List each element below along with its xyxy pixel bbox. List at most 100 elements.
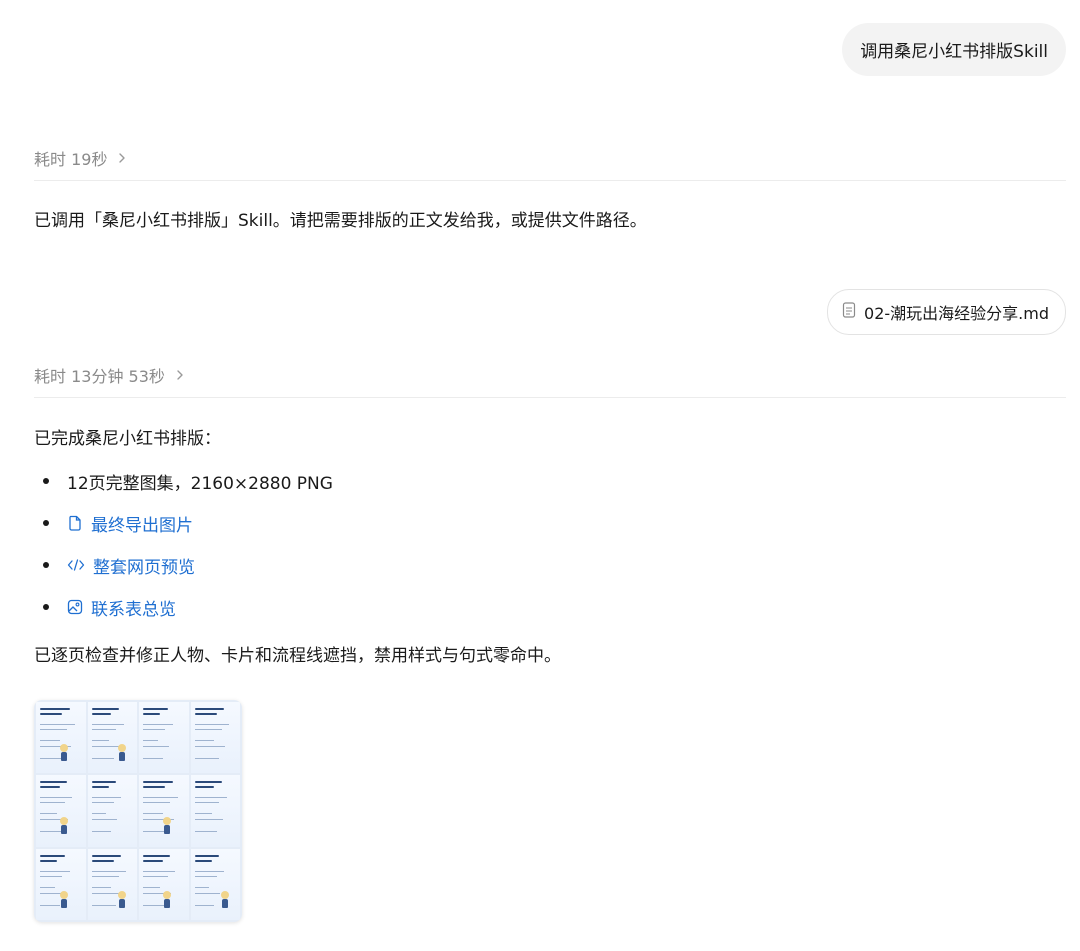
attachment-chip[interactable]: 02-潮玩出海经验分享.md (827, 289, 1066, 335)
thumbnail-text-line (194, 786, 215, 789)
bullet-dot (43, 604, 49, 610)
thumbnail-text-line (143, 781, 173, 784)
thumbnail-text-line (91, 740, 109, 741)
thumbnail-character (219, 890, 231, 909)
thumbnail-page (190, 775, 240, 847)
thumbnail-page (139, 702, 189, 774)
thumbnail-text-line (194, 758, 220, 759)
thumbnail-text-line (40, 904, 60, 906)
thumbnail-text-line (40, 729, 68, 730)
character-body (118, 752, 125, 761)
contact-sheet-thumbnail[interactable] (34, 700, 242, 922)
file-icon (67, 515, 83, 531)
assistant-reply-2-intro: 已完成桑尼小红书排版： (34, 429, 221, 449)
thumbnail-page (139, 848, 189, 920)
thumbnail-text-line (194, 892, 221, 894)
user-message-bubble: 调用桑尼小红书排版Skill (842, 23, 1066, 76)
thumbnail-text-line (194, 831, 217, 833)
thumbnail-text-line (194, 875, 217, 877)
thumbnail-text-line (40, 859, 58, 862)
thumbnail-text-line (194, 813, 212, 815)
thumbnail-text-line (40, 786, 60, 789)
assistant-reply-1: 已调用「桑尼小红书排版」Skill。请把需要排版的正文发给我，或提供文件路径。 (34, 211, 647, 231)
thumbnail-text-line (194, 904, 215, 906)
thumbnail-text-line (194, 729, 222, 730)
thumbnail-page (87, 848, 137, 920)
thumbnail-text-line (40, 713, 63, 715)
thumbnail-text-line (143, 786, 166, 789)
thumbnail-text-line (91, 797, 122, 799)
thumbnail-text-line (194, 819, 223, 821)
link-contact-sheet[interactable]: 联系表总览 (67, 595, 176, 620)
thumbnail-text-line (91, 781, 117, 784)
attachment-filename: 02-潮玩出海经验分享.md (864, 304, 1049, 323)
character-body (221, 898, 228, 908)
thumbnail-text-line (143, 708, 168, 710)
thumbnail-text-line (40, 870, 70, 872)
character-head (60, 817, 68, 826)
image-icon (67, 599, 83, 615)
thumbnail-text-line (91, 802, 114, 804)
user-message-text: 调用桑尼小红书排版Skill (860, 42, 1048, 62)
thumbnail-text-line (91, 904, 117, 906)
thumbnail-text-line (91, 875, 119, 877)
thumbnail-text-line (143, 854, 171, 857)
thumbnail-text-line (91, 713, 112, 715)
thumbnail-text-line (40, 854, 65, 857)
link-web-preview[interactable]: 整套网页预览 (67, 553, 195, 578)
thumbnail-text-line (91, 870, 127, 872)
thumbnail-page (36, 775, 86, 847)
character-head (220, 890, 229, 899)
thumbnail-text-line (194, 802, 220, 804)
thumbnail-text-line (194, 713, 217, 715)
list-item: 联系表总览 (34, 586, 333, 628)
result-summary-text: 12页完整图集，2160×2880 PNG (67, 473, 333, 494)
thumbnail-text-line (91, 786, 109, 789)
character-head (117, 890, 126, 899)
thumbnail-text-line (91, 724, 124, 725)
thumbnail-character (161, 817, 173, 835)
thumbnail-text-line (194, 886, 210, 888)
character-head (163, 890, 171, 899)
thumbnail-character (58, 817, 70, 835)
assistant-reply-2-outro: 已逐页检查并修正人物、卡片和流程线遮挡，禁用样式与句式零命中。 (34, 646, 561, 666)
thumbnail-page (139, 775, 189, 847)
thumbnail-text-line (143, 724, 173, 725)
character-head (117, 744, 126, 752)
thumbnail-page (190, 702, 240, 774)
elapsed-toggle-2[interactable]: 耗时 13分钟 53秒 (34, 353, 1066, 398)
thumbnail-text-line (143, 875, 168, 877)
thumbnail-text-line (91, 758, 114, 759)
thumbnail-text-line (143, 802, 171, 804)
thumbnail-text-line (194, 870, 225, 872)
thumbnail-text-line (40, 708, 70, 710)
thumbnail-text-line (91, 813, 107, 815)
list-item: 整套网页预览 (34, 544, 333, 586)
bullet-dot (43, 520, 49, 526)
character-head (60, 744, 68, 752)
elapsed-time-text: 耗时 13分钟 53秒 (34, 367, 165, 386)
elapsed-toggle-1[interactable]: 耗时 19秒 (34, 136, 1066, 181)
bullet-dot (43, 562, 49, 568)
thumbnail-text-line (194, 859, 212, 862)
thumbnail-text-line (91, 854, 122, 857)
thumbnail-character (116, 890, 128, 909)
thumbnail-text-line (143, 713, 161, 715)
chevron-right-icon (115, 151, 129, 165)
thumbnail-text-line (143, 870, 176, 872)
thumbnail-text-line (194, 854, 220, 857)
thumbnail-text-line (40, 781, 68, 784)
thumbnail-character (58, 890, 70, 909)
character-body (61, 752, 67, 761)
thumbnail-text-line (194, 708, 225, 710)
thumbnail-text-line (40, 797, 73, 799)
file-text-icon (842, 302, 856, 322)
chevron-right-icon (173, 368, 187, 382)
thumbnail-text-line (40, 875, 63, 877)
link-final-images[interactable]: 最终导出图片 (67, 511, 193, 536)
thumbnail-page (87, 702, 137, 774)
link-label: 联系表总览 (91, 599, 176, 620)
thumbnail-grid (36, 702, 240, 920)
link-label: 最终导出图片 (91, 515, 193, 536)
thumbnail-text-line (143, 859, 163, 862)
